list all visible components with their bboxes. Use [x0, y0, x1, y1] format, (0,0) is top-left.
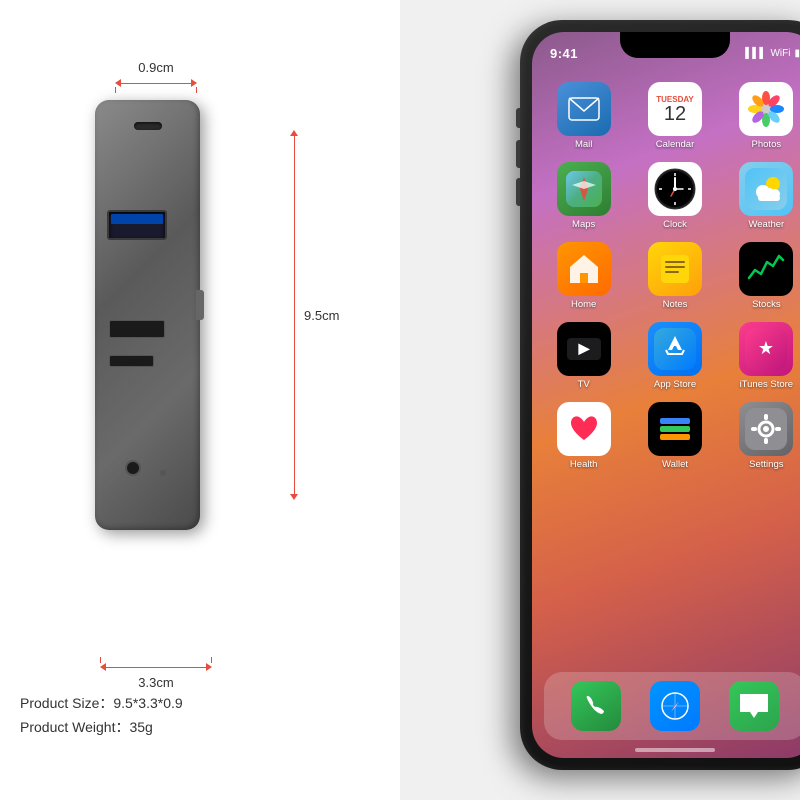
iphone-screen: 9:41 ▌▌▌ WiFi ▮ Mail	[532, 32, 800, 758]
app-item-weather[interactable]: Weather	[727, 162, 800, 230]
app-item-notes[interactable]: Notes	[635, 242, 714, 310]
usba-inner	[111, 214, 163, 224]
itunes-label: iTunes Store	[740, 379, 794, 390]
app-item-maps[interactable]: Maps	[544, 162, 623, 230]
mail-icon	[557, 82, 611, 136]
app-item-calendar[interactable]: Tuesday 12 Calendar	[635, 82, 714, 150]
dimension-height: 9.5cm	[290, 100, 339, 530]
status-icons: ▌▌▌ WiFi ▮	[745, 48, 800, 59]
app-item-health[interactable]: Health	[544, 402, 623, 470]
wallet-icon	[648, 402, 702, 456]
iphone-frame: 9:41 ▌▌▌ WiFi ▮ Mail	[520, 20, 800, 770]
microsd-slot	[109, 355, 154, 367]
dimension-width-bottom: 3.3cm	[100, 657, 212, 692]
app-item-wallet[interactable]: Wallet	[635, 402, 714, 470]
settings-icon	[739, 402, 793, 456]
app-item-mail[interactable]: Mail	[544, 82, 623, 150]
product-size: Product Size：9.5*3.3*0.9	[20, 692, 183, 716]
photos-label: Photos	[752, 139, 782, 150]
audio-jack	[125, 460, 141, 476]
hub-device	[95, 100, 200, 530]
tv-label: TV	[578, 379, 590, 390]
home-icon	[557, 242, 611, 296]
dock-safari[interactable]	[650, 681, 700, 731]
left-section: 0.9cm 9.5cm	[0, 0, 400, 800]
home-label: Home	[571, 299, 596, 310]
svg-text:★: ★	[758, 338, 774, 358]
phone-icon	[571, 681, 621, 731]
product-info: Product Size：9.5*3.3*0.9 Product Weight：…	[20, 692, 183, 740]
calendar-label: Calendar	[656, 139, 695, 150]
app-item-itunes[interactable]: ★ iTunes Store	[727, 322, 800, 390]
usbc-port	[134, 122, 162, 130]
signal-icon: ▌▌▌	[745, 48, 766, 59]
app-item-appstore[interactable]: App Store	[635, 322, 714, 390]
dim-label-33: 3.3cm	[100, 675, 212, 690]
settings-label: Settings	[749, 459, 783, 470]
stocks-icon	[739, 242, 793, 296]
right-section: 9:41 ▌▌▌ WiFi ▮ Mail	[400, 0, 800, 800]
volume-down-button	[516, 178, 520, 206]
itunes-icon: ★	[739, 322, 793, 376]
weather-label: Weather	[748, 219, 784, 230]
weather-icon	[739, 162, 793, 216]
dimension-width-top: 0.9cm	[115, 60, 197, 93]
home-indicator	[635, 748, 715, 752]
sd-slot	[109, 320, 165, 338]
volume-up-button	[516, 140, 520, 168]
silent-switch	[516, 108, 520, 128]
usba-port	[107, 210, 167, 240]
wallet-label: Wallet	[662, 459, 688, 470]
health-icon	[557, 402, 611, 456]
app-item-settings[interactable]: Settings	[727, 402, 800, 470]
cal-day: 12	[664, 104, 686, 124]
tv-icon: ▶	[557, 322, 611, 376]
app-grid: Mail Tuesday 12 Calendar	[532, 74, 800, 478]
battery-icon: ▮	[794, 48, 800, 59]
app-item-photos[interactable]: Photos	[727, 82, 800, 150]
dim-label-09: 0.9cm	[115, 60, 197, 75]
appstore-label: App Store	[654, 379, 696, 390]
screen-wallpaper: 9:41 ▌▌▌ WiFi ▮ Mail	[532, 32, 800, 758]
product-weight: Product Weight：35g	[20, 716, 183, 740]
dock-phone[interactable]	[571, 681, 621, 731]
dock-messages[interactable]	[729, 681, 779, 731]
clock-icon	[648, 162, 702, 216]
messages-icon	[729, 681, 779, 731]
safari-icon	[650, 681, 700, 731]
clock-label: Clock	[663, 219, 687, 230]
iphone-dock	[544, 672, 800, 740]
svg-text:▶: ▶	[577, 340, 590, 356]
mail-label: Mail	[575, 139, 592, 150]
notes-icon	[648, 242, 702, 296]
notes-label: Notes	[663, 299, 688, 310]
app-item-home[interactable]: Home	[544, 242, 623, 310]
photos-icon	[739, 82, 793, 136]
dim-label-95: 9.5cm	[304, 308, 339, 323]
iphone-notch	[620, 32, 730, 58]
stocks-label: Stocks	[752, 299, 781, 310]
side-button	[196, 290, 204, 320]
calendar-icon: Tuesday 12	[648, 82, 702, 136]
appstore-icon	[648, 322, 702, 376]
app-item-stocks[interactable]: Stocks	[727, 242, 800, 310]
maps-icon	[557, 162, 611, 216]
health-label: Health	[570, 459, 597, 470]
led-indicator	[160, 470, 166, 476]
app-item-clock[interactable]: Clock	[635, 162, 714, 230]
status-time: 9:41	[550, 46, 578, 61]
app-item-tv[interactable]: ▶ TV	[544, 322, 623, 390]
maps-label: Maps	[572, 219, 595, 230]
wifi-icon: WiFi	[770, 48, 790, 59]
